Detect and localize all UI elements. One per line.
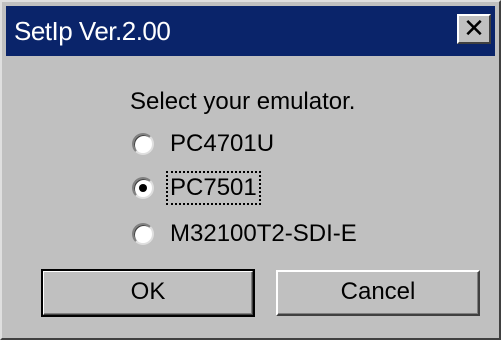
option-label: M32100T2-SDI-E xyxy=(170,220,357,247)
cancel-button[interactable]: Cancel xyxy=(276,270,480,316)
option-pc7501[interactable]: PC7501 xyxy=(132,170,261,206)
radio-m32100t2-sdi-e[interactable] xyxy=(132,223,154,245)
option-label: PC4701U xyxy=(170,130,275,157)
radio-pc4701u[interactable] xyxy=(132,133,154,155)
window-title: SetIp Ver.2.00 xyxy=(14,16,171,46)
close-icon: ✕ xyxy=(463,13,485,43)
option-m32100t2-sdi-e[interactable]: M32100T2-SDI-E xyxy=(132,216,359,252)
radio-pc7501[interactable] xyxy=(132,177,154,199)
prompt-text: Select your emulator. xyxy=(130,88,356,115)
setip-dialog: SetIp Ver.2.00 ✕ Select your emulator. P… xyxy=(0,0,501,340)
close-button[interactable]: ✕ xyxy=(457,14,491,44)
ok-button[interactable]: OK xyxy=(41,269,255,317)
option-pc4701u[interactable]: PC4701U xyxy=(132,126,276,162)
title-bar[interactable]: SetIp Ver.2.00 ✕ xyxy=(6,6,495,56)
option-label: PC7501 xyxy=(166,171,261,205)
